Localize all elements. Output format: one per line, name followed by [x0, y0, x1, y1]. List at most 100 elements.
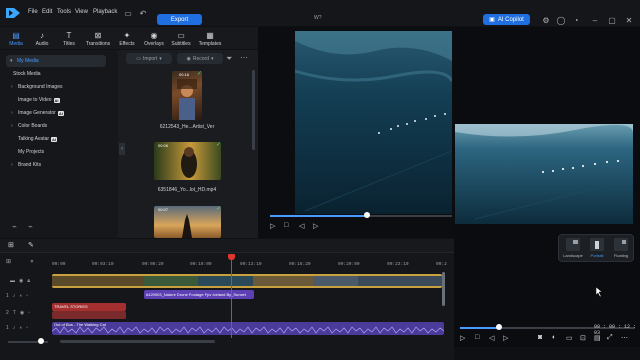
tick-label: 00:06:20: [142, 262, 164, 267]
more-icon[interactable]: ⋯: [621, 334, 628, 342]
audio-toggle-icon[interactable]: ◐: [552, 334, 556, 341]
timeline-horizontal-scrollbar[interactable]: [60, 340, 215, 343]
menu-edit[interactable]: Edit: [42, 9, 52, 15]
audio-clip[interactable]: 6420903_Nature Drone Footage Fpv Iceland…: [144, 290, 254, 299]
notification-icon[interactable]: ◔: [571, 15, 581, 25]
lock-icon[interactable]: ▫: [26, 325, 28, 331]
tab-audio[interactable]: ♪ Audio: [28, 27, 56, 49]
floating-progress-handle[interactable]: [496, 324, 502, 330]
collapse-sidebar-button[interactable]: ‹: [119, 143, 125, 155]
media-item-name: 6212543_He...Artist_Ver: [159, 124, 215, 130]
link-icon[interactable]: ⌁: [28, 222, 33, 231]
user-icon[interactable]: ◯: [556, 15, 566, 25]
floating-preview-video[interactable]: [455, 124, 633, 224]
settings-icon[interactable]: ⚙: [541, 15, 551, 25]
prev-frame-icon[interactable]: ◁: [299, 222, 304, 230]
snapshot-icon[interactable]: ◙: [538, 334, 542, 341]
ai-copilot-button[interactable]: ▣ AI Copilot: [483, 14, 530, 25]
tab-media[interactable]: ▤ Media: [2, 27, 30, 49]
tab-effects[interactable]: ✦ Effects: [113, 27, 141, 49]
video-clip[interactable]: [52, 274, 442, 288]
timeline-vertical-scrollbar[interactable]: [442, 272, 445, 306]
record-button[interactable]: ◉ Record ▾: [177, 53, 223, 64]
media-scrollbar[interactable]: [252, 70, 255, 150]
play-icon[interactable]: ▷: [460, 334, 465, 342]
select-tool-icon[interactable]: ⊞: [8, 241, 14, 249]
visibility-icon[interactable]: ◉: [19, 278, 23, 284]
lock-icon[interactable]: 🔒︎: [27, 278, 30, 284]
add-folder-icon[interactable]: ⌁: [12, 222, 17, 231]
transitions-icon: ⊠: [94, 31, 102, 40]
filter-icon[interactable]: ⏷: [226, 54, 232, 64]
next-frame-icon[interactable]: ▷: [503, 334, 508, 342]
project-title: W?: [314, 15, 322, 21]
lock-icon[interactable]: ▫: [26, 293, 28, 299]
chevron-right-icon: ›: [11, 162, 13, 168]
maximize-icon[interactable]: ▢: [607, 15, 617, 25]
mute-icon[interactable]: ◖: [19, 293, 22, 299]
export-button[interactable]: Export: [157, 14, 202, 25]
layout-option-label: Landscape: [563, 253, 583, 258]
media-icon: ▤: [12, 31, 20, 40]
music-waveform: [52, 326, 444, 334]
undo-icon[interactable]: ↶: [138, 8, 148, 18]
preview-progress-handle[interactable]: [364, 212, 370, 218]
preview-video[interactable]: [295, 31, 452, 214]
menu-view[interactable]: View: [75, 9, 88, 15]
current-time: 00 : 00 : 12 : 03: [594, 324, 637, 336]
lock-icon[interactable]: ▫: [28, 310, 30, 316]
music-clip[interactable]: Out of Bus - The Walking Cat: [52, 322, 444, 335]
import-button[interactable]: ▭ Import ▾: [126, 53, 172, 64]
track-settings-icon[interactable]: ⋄: [30, 258, 34, 265]
tab-label: Transitions: [85, 41, 111, 47]
sidebar-item-talking-avatar[interactable]: Talking Avatar AI: [18, 134, 58, 144]
tab-subtitles[interactable]: ▭ Subtitles: [167, 27, 195, 49]
layout-icon[interactable]: ▤: [594, 334, 601, 342]
tab-titles[interactable]: T Titles: [55, 27, 83, 49]
duration-label: 00:06: [158, 143, 169, 148]
layout-option-portrait[interactable]: Portrait: [586, 238, 608, 258]
sidebar-item-image-to-video[interactable]: Image to Video AI: [18, 95, 60, 105]
menu-playback[interactable]: Playback: [93, 9, 117, 15]
music-track-icon: ♪: [12, 324, 16, 331]
layout-option-landscape[interactable]: Landscape: [562, 238, 584, 258]
sidebar-item-background-images[interactable]: › Background Images: [11, 82, 62, 92]
title-clip[interactable]: TRAVEL STORIES: [52, 303, 126, 311]
sidebar-item-my-projects[interactable]: My Projects: [18, 147, 44, 157]
close-icon[interactable]: ✕: [624, 15, 634, 25]
add-track-icon[interactable]: ⊞: [6, 258, 11, 265]
chevron-right-icon: ›: [11, 110, 13, 116]
sidebar-item-color-boards[interactable]: › Color Boards: [11, 121, 47, 131]
menu-file[interactable]: File: [28, 9, 38, 15]
mute-icon[interactable]: ◖: [19, 325, 22, 331]
tab-transitions[interactable]: ⊠ Transitions: [84, 27, 112, 49]
layout-option-floating[interactable]: Floating: [610, 238, 632, 258]
prev-frame-icon[interactable]: ◁: [489, 334, 494, 342]
sidebar-item-image-generator[interactable]: › Image Generator AI: [11, 108, 64, 118]
menu-tools[interactable]: Tools: [57, 9, 71, 15]
tick-label: 00:10:00: [190, 262, 212, 267]
export-label: Export: [170, 16, 189, 23]
zoom-slider-handle[interactable]: [38, 338, 44, 344]
more-options-icon[interactable]: ⋯: [240, 53, 248, 62]
sidebar-item-stock-media[interactable]: Stock Media: [13, 69, 41, 79]
stop-icon[interactable]: □: [284, 222, 288, 229]
save-icon[interactable]: ▭: [123, 8, 133, 18]
tab-templates[interactable]: ▦ Templates: [196, 27, 224, 49]
sidebar-item-brand-kits[interactable]: › Brand Kits: [11, 160, 41, 170]
next-frame-icon[interactable]: ▷: [313, 222, 318, 230]
portrait-icon: [590, 238, 604, 251]
visibility-icon[interactable]: ◉: [20, 310, 24, 316]
tab-overlays[interactable]: ◉ Overlays: [140, 27, 168, 49]
edit-tool-icon[interactable]: ✎: [28, 241, 34, 249]
stop-icon[interactable]: □: [475, 334, 479, 341]
media-thumbnail[interactable]: [172, 71, 202, 120]
play-icon[interactable]: ▷: [270, 222, 275, 230]
crop-icon[interactable]: ⊡: [580, 334, 586, 342]
sidebar-item-label: My Projects: [18, 149, 45, 155]
quality-icon[interactable]: ▭: [566, 334, 573, 342]
minimize-icon[interactable]: –: [590, 15, 600, 25]
playhead-handle[interactable]: [228, 254, 235, 260]
sidebar-item-my-media[interactable]: ▾ My Media: [6, 55, 106, 67]
fullscreen-icon[interactable]: ⤢: [607, 334, 613, 342]
